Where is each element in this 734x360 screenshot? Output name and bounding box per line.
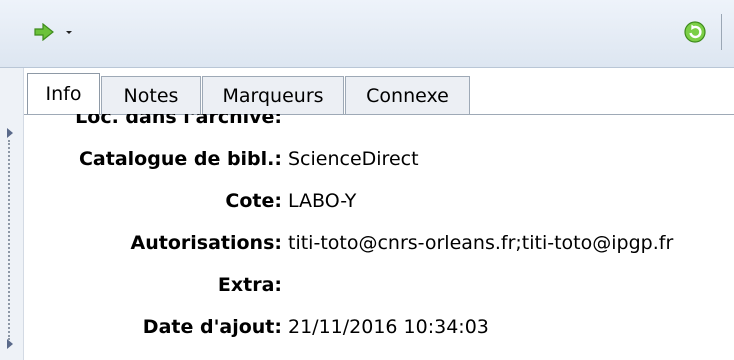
field-row-archive-location: Loc. dans l'archive: [24,114,734,144]
field-value[interactable]: titi-toto@cnrs-orleans.fr;titi-toto@ipgp… [288,232,673,254]
field-label: Cote: [225,190,282,212]
tab-notes[interactable]: Notes [101,76,201,115]
pane-splitter[interactable] [0,68,24,360]
toolbar-separator [721,14,722,50]
refresh-icon [684,21,706,43]
info-fields: Loc. dans l'archive: Catalogue de bibl.:… [24,114,734,360]
field-value: 21/11/2016 10:34:03 [288,316,489,338]
collapse-arrow-icon[interactable] [7,128,13,138]
field-label: Catalogue de bibl.: [78,148,282,170]
field-row-date-added: Date d'ajout: 21/11/2016 10:34:03 [24,316,734,354]
refresh-button[interactable] [682,19,708,45]
field-label: Loc. dans l'archive: [75,114,282,128]
field-row-library-catalog: Catalogue de bibl.: ScienceDirect [24,148,734,186]
tab-marqueurs[interactable]: Marqueurs [202,76,344,115]
chevron-down-icon[interactable] [64,25,74,39]
field-label: Autorisations: [130,232,282,254]
expand-arrow-icon[interactable] [7,339,13,349]
field-label: Date d'ajout: [142,316,282,338]
field-row-extra: Extra: [24,274,734,312]
tab-connexe[interactable]: Connexe [345,76,470,115]
toolbar [0,0,734,68]
field-value[interactable]: LABO-Y [288,190,356,212]
splitter-grip [8,140,11,340]
locate-button[interactable] [34,23,84,45]
field-row-rights: Autorisations: titi-toto@cnrs-orleans.fr… [24,232,734,270]
field-label: Extra: [217,274,282,296]
field-row-call-number: Cote: LABO-Y [24,190,734,228]
field-value[interactable]: ScienceDirect [288,148,419,170]
tab-info[interactable]: Info [27,73,100,115]
green-arrow-icon [34,23,54,41]
